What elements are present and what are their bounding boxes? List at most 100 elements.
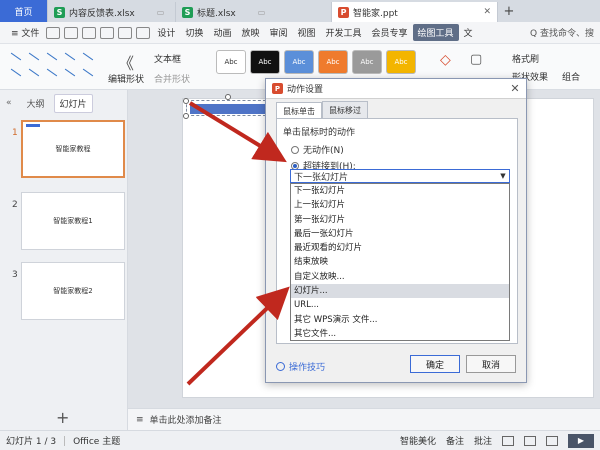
resize-handle[interactable] [183, 98, 189, 104]
new-tab-button[interactable]: + [498, 2, 520, 22]
tab-ppt[interactable]: P 智能家.ppt ✕ [332, 2, 498, 22]
menu-design[interactable]: 设计 [152, 26, 180, 39]
radio-no-action[interactable]: 无动作(N) [291, 143, 344, 156]
slide-number: 2 [12, 200, 18, 210]
preview-icon[interactable] [100, 26, 115, 39]
notes-toggle[interactable]: 备注 [446, 434, 464, 447]
print-icon[interactable] [82, 26, 97, 39]
tab-mouse-over[interactable]: 鼠标移过 [322, 101, 368, 119]
style-swatch[interactable]: Abc [352, 50, 382, 74]
menu-review[interactable]: 审阅 [264, 26, 292, 39]
style-swatch[interactable]: Abc [318, 50, 348, 74]
menu-slideshow[interactable]: 放映 [236, 26, 264, 39]
undo-icon[interactable] [118, 26, 133, 39]
cancel-button[interactable]: 取消 [466, 355, 516, 373]
tab-label: 标题.xlsx [197, 8, 236, 19]
normal-view-icon[interactable] [502, 435, 514, 446]
slide-thumbnail[interactable]: 智能家教程 [21, 120, 125, 178]
style-swatch[interactable]: Abc [386, 50, 416, 74]
dropdown-option[interactable]: 上一张幻灯片 [291, 198, 509, 212]
menu-file[interactable]: ≡ 文件 [6, 26, 44, 39]
style-swatch[interactable]: Abc [216, 50, 246, 74]
dropdown-option[interactable]: 其它 WPS演示 文件... [291, 313, 509, 327]
ok-button[interactable]: 确定 [410, 355, 460, 373]
slide-counter: 幻灯片 1 / 3 [6, 437, 57, 447]
shape-style-gallery: Abc Abc Abc Abc Abc Abc [216, 50, 416, 74]
format-painter-button[interactable]: 格式刷 [512, 52, 539, 65]
outline-icon[interactable]: ▢ [470, 52, 482, 67]
shape-gallery[interactable] [8, 50, 100, 84]
dialog-title: 动作设置 [287, 85, 324, 95]
textbox-button[interactable]: 文本框 [154, 52, 181, 65]
sorter-view-icon[interactable] [524, 435, 536, 446]
rotate-handle[interactable] [225, 94, 231, 100]
tab-title-xlsx[interactable]: S 标题.xlsx ▭ [176, 2, 332, 22]
slide-title: 智能家教程1 [53, 217, 93, 225]
menu-developer[interactable]: 开发工具 [321, 26, 367, 39]
slide-number: 1 [12, 128, 18, 138]
dropdown-option-hovered[interactable]: 幻灯片... [291, 284, 509, 299]
command-search[interactable]: Q 查找命令、搜 [530, 26, 594, 39]
status-bar: 幻灯片 1 / 3 Office 主题 智能美化 备注 批注 ▶ [0, 430, 600, 450]
radio-label: 无动作(N) [303, 146, 344, 156]
dropdown-option[interactable]: 下一张幻灯片 [291, 184, 509, 198]
menu-animation[interactable]: 动画 [208, 26, 236, 39]
fill-icon[interactable]: ◇ [440, 52, 451, 68]
menu-member[interactable]: 会员专享 [367, 26, 413, 39]
dialog-titlebar: P 动作设置 ✕ [266, 79, 526, 99]
slide-thumbnail[interactable]: 智能家教程1 [21, 192, 125, 250]
redo-icon[interactable] [136, 26, 151, 39]
save-icon[interactable] [46, 26, 61, 39]
comments-toggle[interactable]: 批注 [474, 434, 492, 447]
tab-outline[interactable]: 大纲 [22, 95, 50, 112]
radio-button[interactable] [291, 145, 299, 154]
slide-title: 智能家教程 [55, 145, 91, 153]
dropdown-option[interactable]: 最近观看的幻灯片 [291, 241, 509, 255]
tab-label: 内容反馈表.xlsx [69, 8, 135, 19]
dropdown-option[interactable]: 其它文件... [291, 327, 509, 341]
close-icon[interactable]: ✕ [483, 7, 491, 17]
tab-slides[interactable]: 幻灯片 [53, 93, 93, 113]
play-icon[interactable]: ▶ [568, 433, 594, 448]
tab-feedback-xlsx[interactable]: S 内容反馈表.xlsx ▭ [48, 2, 176, 22]
resize-handle[interactable] [183, 113, 189, 119]
notes-icon: ≡ [136, 414, 144, 425]
dropdown-option[interactable]: 最后一张幻灯片 [291, 227, 509, 241]
export-icon[interactable] [64, 26, 79, 39]
spreadsheet-icon: S [182, 6, 193, 18]
menu-text-tools[interactable]: 文 [459, 26, 478, 39]
presentation-icon: P [338, 6, 349, 18]
menu-transition[interactable]: 切换 [180, 26, 208, 39]
style-swatch[interactable]: Abc [250, 50, 280, 74]
dropdown-option[interactable]: 自定义放映... [291, 270, 509, 284]
tab-home[interactable]: 首页 [0, 0, 48, 22]
close-icon[interactable]: ✕ [504, 81, 526, 97]
menu-bar: ≡ 文件 设计 切换 动画 放映 审阅 视图 开发工具 会员专享 绘图工具 文 … [0, 22, 600, 44]
title-placeholder[interactable] [190, 104, 266, 114]
dropdown-option[interactable]: 第一张幻灯片 [291, 213, 509, 227]
notes-bar[interactable]: ≡ 单击此处添加备注 [128, 408, 600, 430]
monitor-icon: ▭ [257, 7, 266, 17]
tab-label: 智能家.ppt [353, 8, 398, 19]
collapse-icon[interactable]: « [6, 98, 12, 108]
beautify-button[interactable]: 智能美化 [400, 434, 436, 447]
menu-drawing-tools[interactable]: 绘图工具 [412, 24, 459, 41]
slide-title: 智能家教程2 [53, 287, 93, 295]
group-button[interactable]: 组合 [562, 70, 580, 83]
title-tag [26, 124, 40, 127]
dropdown-option[interactable]: URL... [291, 298, 509, 312]
dialog-tabs: 鼠标单击 鼠标移过 [276, 101, 368, 120]
slide-thumbnail[interactable]: 智能家教程2 [21, 262, 125, 320]
style-swatch[interactable]: Abc [284, 50, 314, 74]
tab-home-label: 首页 [14, 7, 33, 18]
theme-name: Office 主题 [73, 437, 121, 447]
edit-shape-icon: 《 [118, 54, 135, 73]
chevron-down-icon[interactable]: ▼ [497, 172, 509, 180]
add-slide-button[interactable]: + [56, 408, 69, 427]
tips-link[interactable]: 操作技巧 [276, 360, 325, 373]
hyperlink-dropdown[interactable]: 下一张幻灯片 ▼ [290, 169, 510, 183]
menu-view[interactable]: 视图 [292, 26, 320, 39]
reading-view-icon[interactable] [546, 435, 558, 446]
merge-shape-button[interactable]: 合并形状 [154, 72, 190, 85]
dropdown-option[interactable]: 结束放映 [291, 255, 509, 269]
